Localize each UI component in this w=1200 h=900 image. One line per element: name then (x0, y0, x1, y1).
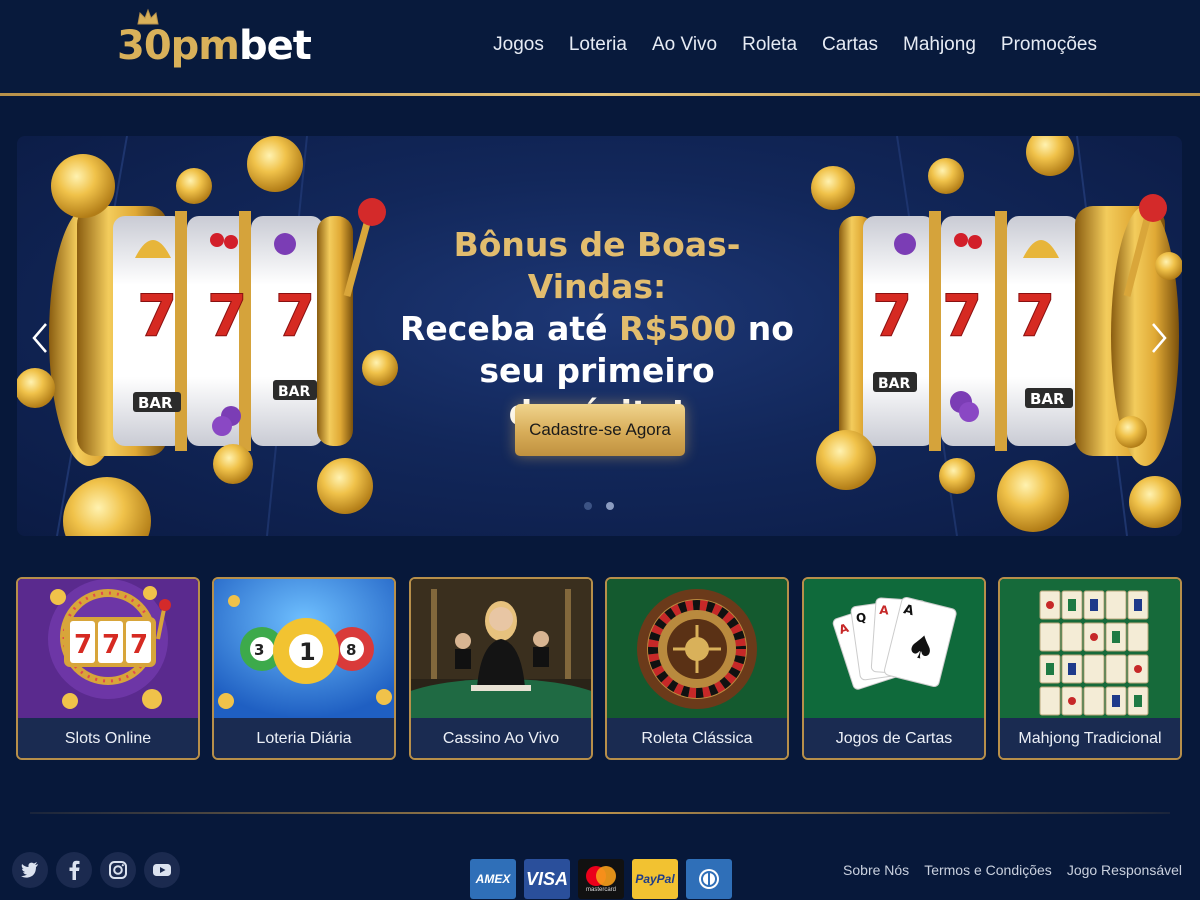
svg-text:7: 7 (1015, 282, 1055, 350)
nav-item-loteria[interactable]: Loteria (569, 32, 627, 58)
facebook-icon (69, 860, 80, 880)
live-casino-thumbnail (411, 579, 591, 718)
category-label: Jogos de Cartas (804, 718, 984, 758)
carousel-dot-1[interactable] (584, 502, 592, 510)
nav-item-mahjong[interactable]: Mahjong (903, 32, 976, 58)
youtube-link[interactable] (144, 852, 180, 888)
svg-text:7: 7 (207, 282, 247, 350)
mastercard-icon (586, 866, 616, 886)
mastercard-wordmark: mastercard (585, 887, 616, 893)
carousel-indicators (584, 502, 614, 510)
carousel-dot-2[interactable] (606, 502, 614, 510)
twitter-link[interactable] (12, 852, 48, 888)
carousel-next-button[interactable] (1147, 318, 1171, 358)
category-label: Roleta Clássica (607, 718, 787, 758)
svg-text:7: 7 (872, 282, 912, 350)
cards-thumbnail: A Q A A ♠ (804, 579, 984, 718)
category-label: Cassino Ao Vivo (411, 718, 591, 758)
category-card-live-casino[interactable]: Cassino Ao Vivo (409, 577, 593, 760)
twitter-icon (21, 862, 38, 878)
nav-item-ao-vivo[interactable]: Ao Vivo (652, 32, 717, 58)
footer-link-responsible-gaming[interactable]: Jogo Responsável (1067, 860, 1182, 880)
footer-links: Sobre Nós Termos e Condições Jogo Respon… (843, 860, 1182, 880)
hero-offer-line: Receba até R$500 no (400, 309, 794, 348)
svg-text:7: 7 (137, 282, 177, 350)
footer-divider (30, 812, 1170, 814)
diners-club-icon (699, 869, 719, 889)
visa-logo: VISA (524, 859, 570, 899)
bonus-amount: R$500 (619, 309, 737, 348)
nav-item-cartas[interactable]: Cartas (822, 32, 878, 58)
footer-link-terms[interactable]: Termos e Condições (924, 860, 1052, 880)
instagram-link[interactable] (100, 852, 136, 888)
mahjong-thumbnail (1000, 579, 1180, 718)
chevron-left-icon (32, 323, 47, 353)
site-logo[interactable]: 30pmbet (117, 22, 312, 70)
header-divider (0, 93, 1200, 96)
svg-text:7: 7 (275, 282, 315, 350)
category-card-slots[interactable]: 7 7 7 Slots Online (16, 577, 200, 760)
signup-button[interactable]: Cadastre-se Agora (515, 404, 685, 456)
site-header: 30pmbet Jogos Loteria Ao Vivo Roleta Car… (0, 0, 1200, 93)
category-label: Loteria Diária (214, 718, 394, 758)
svg-text:A: A (879, 603, 890, 618)
category-label: Slots Online (18, 718, 198, 758)
chevron-right-icon (1152, 323, 1167, 353)
svg-text:BAR: BAR (1030, 390, 1065, 408)
category-label: Mahjong Tradicional (1000, 718, 1180, 758)
category-card-lottery[interactable]: 3 8 1 Loteria Diária (212, 577, 396, 760)
footer-link-about[interactable]: Sobre Nós (843, 860, 909, 880)
hero-title: Bônus de Boas-Vindas: (453, 225, 741, 306)
svg-text:7: 7 (130, 630, 148, 660)
left-slot-machine: 7 7 7 BAR BAR (49, 198, 386, 466)
svg-text:1: 1 (299, 638, 316, 666)
facebook-link[interactable] (56, 852, 92, 888)
svg-text:3: 3 (254, 641, 264, 659)
svg-text:7: 7 (942, 282, 982, 350)
youtube-icon (153, 864, 171, 876)
mastercard-logo: mastercard (578, 859, 624, 899)
svg-text:BAR: BAR (878, 376, 911, 392)
category-card-mahjong[interactable]: Mahjong Tradicional (998, 577, 1182, 760)
roulette-thumbnail (607, 579, 787, 718)
nav-item-roleta[interactable]: Roleta (742, 32, 797, 58)
hero-headline: Bônus de Boas-Vindas: Receba até R$500 n… (397, 224, 797, 434)
carousel-prev-button[interactable] (28, 318, 52, 358)
svg-text:BAR: BAR (278, 384, 311, 400)
nav-item-jogos[interactable]: Jogos (493, 32, 544, 58)
payment-methods: AMEX VISA mastercard PayPal (470, 859, 732, 899)
hero-banner: 7 7 7 BAR BAR 7 7 7 BAR BAR Bônus de Boa… (17, 136, 1182, 536)
lottery-thumbnail: 3 8 1 (214, 579, 394, 718)
diners-club-logo (686, 859, 732, 899)
nav-item-promocoes[interactable]: Promoções (1001, 32, 1097, 58)
amex-logo: AMEX (470, 859, 516, 899)
category-card-cards[interactable]: A Q A A ♠ Jogos de Cartas (802, 577, 986, 760)
instagram-icon (109, 861, 127, 879)
svg-text:8: 8 (346, 641, 356, 659)
svg-text:7: 7 (74, 630, 92, 660)
svg-text:Q: Q (855, 610, 867, 625)
category-card-roulette[interactable]: Roleta Clássica (605, 577, 789, 760)
svg-text:7: 7 (102, 630, 120, 660)
main-nav: Jogos Loteria Ao Vivo Roleta Cartas Mahj… (493, 32, 1097, 58)
game-categories: 7 7 7 Slots Online 3 8 1 Loteria Diária (16, 577, 1184, 761)
svg-text:BAR: BAR (138, 394, 173, 412)
slots-thumbnail: 7 7 7 (18, 579, 198, 718)
paypal-logo: PayPal (632, 859, 678, 899)
social-links (12, 852, 180, 888)
